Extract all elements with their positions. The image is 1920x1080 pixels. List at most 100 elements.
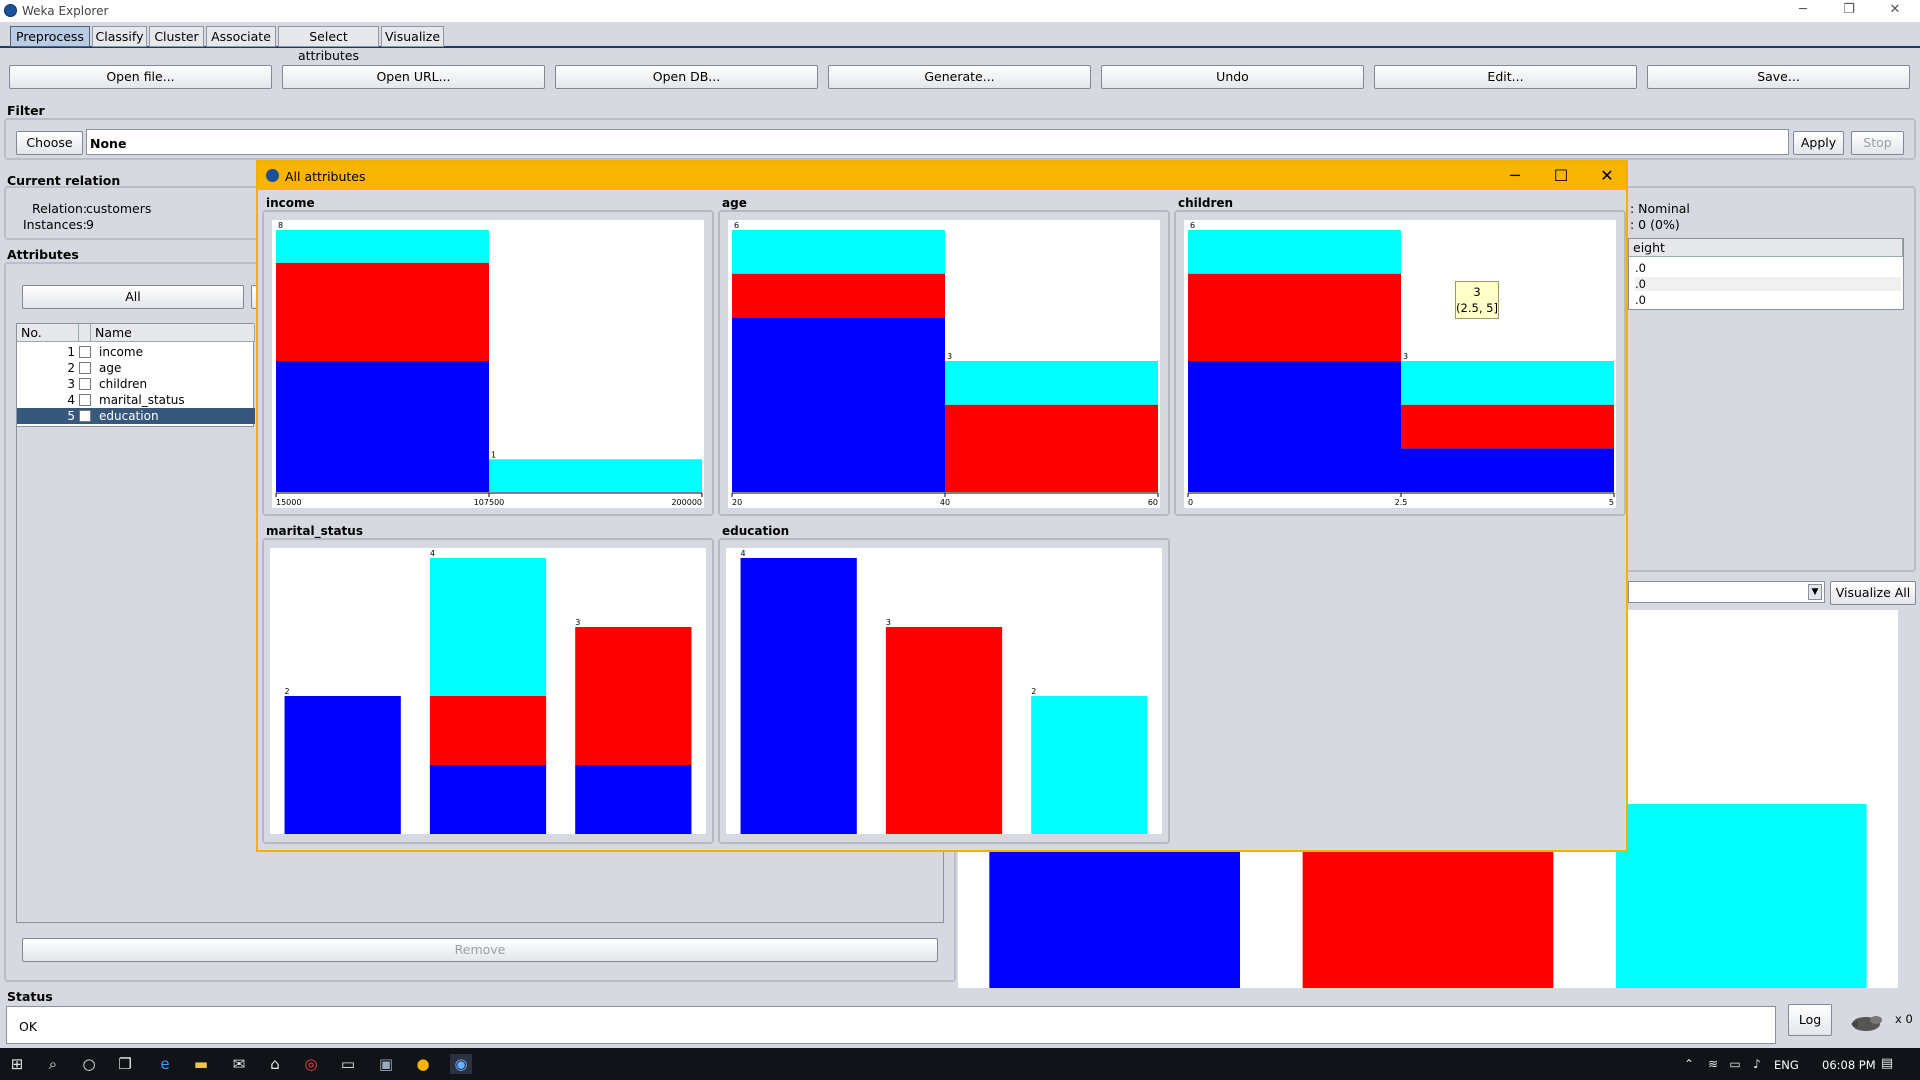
media-icon[interactable]: ◎ (300, 1054, 322, 1074)
weka-app-icon (4, 4, 17, 17)
dialog-close-icon[interactable]: ✕ (1592, 166, 1622, 186)
dialog-minimize-icon[interactable]: ─ (1500, 166, 1530, 186)
terminal-icon[interactable]: ▭ (337, 1054, 359, 1074)
histogram-income[interactable]: 8 1 15000 107500 200000 (272, 220, 704, 508)
relation-label: Relation: (32, 201, 88, 216)
tooltip-range: (2.5, 5] (1456, 301, 1498, 315)
attribute-no: 4 (67, 393, 75, 407)
histogram-age[interactable]: 6 3 20 40 60 (728, 220, 1160, 508)
barchart-marital-status[interactable]: 2 4 3 (270, 548, 706, 834)
edge-icon[interactable]: e (154, 1054, 176, 1074)
attribute-checkbox[interactable] (79, 394, 91, 406)
store-icon[interactable]: ⌂ (264, 1054, 286, 1074)
bar-segment-red (1188, 273, 1401, 361)
app-icon[interactable]: ▣ (375, 1054, 397, 1074)
close-icon[interactable]: ✕ (1872, 0, 1918, 22)
no-column-header[interactable]: No. (17, 324, 79, 342)
chrome-icon[interactable]: ● (412, 1054, 434, 1074)
weka-taskbar-icon[interactable]: ◉ (450, 1054, 472, 1074)
bar-segment-blue (575, 765, 692, 834)
window-title: Weka Explorer (22, 4, 109, 18)
tab-associate[interactable]: Associate (206, 26, 276, 47)
weka-bird-icon[interactable] (1848, 1012, 1888, 1034)
bar-count-label: 3 (886, 618, 891, 627)
attribute-checkbox[interactable] (79, 410, 91, 422)
bar-segment-cyan (732, 230, 945, 274)
open-file-button[interactable]: Open file... (9, 65, 272, 89)
attribute-row-selected[interactable]: 5 education (17, 408, 255, 424)
bar-segment-cyan (1031, 696, 1148, 834)
tab-cluster[interactable]: Cluster (149, 26, 204, 47)
bar-segment-red (575, 627, 692, 765)
generate-button[interactable]: Generate... (828, 65, 1091, 89)
battery-icon[interactable]: ▭ (1724, 1054, 1746, 1074)
volume-icon[interactable]: ♪ (1746, 1054, 1768, 1074)
attribute-row[interactable]: 4 marital_status (17, 392, 255, 408)
tab-preprocess[interactable]: Preprocess (10, 26, 90, 47)
chart-title-age: age (722, 196, 747, 210)
status-bar: OK (6, 1006, 1776, 1044)
checkbox-column-header[interactable] (79, 324, 91, 342)
x-tick-label: 60 (1148, 498, 1158, 507)
attribute-no: 3 (67, 377, 75, 391)
bar-count-label: 3 (947, 352, 952, 361)
dialog-maximize-icon[interactable]: ☐ (1546, 166, 1576, 186)
attribute-checkbox[interactable] (79, 378, 91, 390)
bar-count-label: 6 (1190, 221, 1195, 230)
taskbar (0, 1048, 1920, 1080)
open-url-button[interactable]: Open URL... (282, 65, 545, 89)
choose-button[interactable]: Choose (16, 131, 83, 155)
attribute-no: 5 (67, 409, 75, 423)
minimize-icon[interactable]: ─ (1780, 0, 1826, 22)
task-view-icon[interactable]: ❐ (114, 1054, 136, 1074)
filter-field[interactable] (86, 129, 1789, 155)
class-attribute-dropdown[interactable]: ▼ (1628, 581, 1825, 603)
mail-icon[interactable]: ✉ (228, 1054, 250, 1074)
dialog-titlebar[interactable]: All attributes ─ ☐ ✕ (258, 162, 1626, 190)
clock[interactable]: 06:08 PM (1822, 1058, 1876, 1072)
select-all-button[interactable]: All (22, 285, 244, 309)
histogram-children[interactable]: 6 3 0 2.5 5 (1184, 220, 1616, 508)
attribute-checkbox[interactable] (79, 346, 91, 358)
search-icon[interactable]: ⌕ (42, 1054, 64, 1074)
attribute-name: education (99, 409, 159, 423)
save-button[interactable]: Save... (1647, 65, 1910, 89)
undo-button[interactable]: Undo (1101, 65, 1364, 89)
tab-classify[interactable]: Classify (92, 26, 147, 47)
attribute-row[interactable]: 2 age (17, 360, 255, 376)
tray-chevron-icon[interactable]: ⌃ (1678, 1054, 1700, 1074)
weight-column-header[interactable]: eight (1629, 239, 1903, 257)
windows-start-icon[interactable]: ⊞ (6, 1054, 28, 1074)
attribute-checkbox[interactable] (79, 362, 91, 374)
bar-count-label: 2 (285, 687, 290, 696)
chart-panel-income: 8 1 15000 107500 200000 (262, 210, 714, 516)
language-indicator[interactable]: ENG (1774, 1058, 1799, 1072)
log-button[interactable]: Log (1788, 1004, 1832, 1036)
file-explorer-icon[interactable]: ▬ (190, 1054, 212, 1074)
restore-icon[interactable]: ❐ (1826, 0, 1872, 22)
tab-select-attributes[interactable]: Select attributes (278, 26, 379, 63)
name-column-header[interactable]: Name (91, 324, 255, 342)
bar-segment-blue (429, 765, 547, 834)
bin-tooltip: 3 (2.5, 5] (1455, 281, 1499, 319)
visualize-all-button[interactable]: Visualize All (1830, 581, 1916, 605)
attribute-missing-value: : 0 (0%) (1630, 217, 1680, 232)
remove-button[interactable]: Remove (22, 938, 938, 962)
open-db-button[interactable]: Open DB... (555, 65, 818, 89)
wifi-icon[interactable]: ≋ (1702, 1054, 1724, 1074)
barchart-education[interactable]: 4 3 2 (726, 548, 1162, 834)
chevron-down-icon[interactable]: ▼ (1808, 584, 1822, 600)
bar-count-label: 8 (278, 221, 283, 230)
attribute-row[interactable]: 3 children (17, 376, 255, 392)
window-titlebar: Weka Explorer ─ ❐ ✕ (0, 0, 1920, 22)
apply-button[interactable]: Apply (1793, 131, 1844, 155)
tab-bar: Preprocess Classify Cluster Associate Se… (0, 22, 1920, 63)
attribute-row[interactable]: 1 income (17, 344, 255, 360)
x-tick-label: 0 (1188, 498, 1193, 507)
tab-visualize[interactable]: Visualize (381, 26, 444, 47)
stop-button[interactable]: Stop (1851, 131, 1904, 155)
notification-icon[interactable]: ▤ (1876, 1054, 1898, 1074)
cortana-icon[interactable]: ○ (78, 1054, 100, 1074)
chart-title-education: education (722, 524, 790, 538)
edit-button[interactable]: Edit... (1374, 65, 1637, 89)
